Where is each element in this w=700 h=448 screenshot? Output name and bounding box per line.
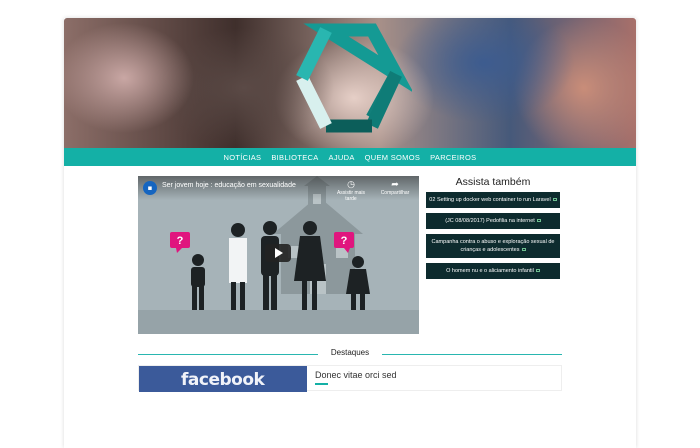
watch-later-label: Assistir mais tarde <box>336 190 366 202</box>
share-arrow-icon: ➦ <box>391 179 399 189</box>
svg-text:?: ? <box>341 235 348 247</box>
card-thumbnail-text: facebook <box>181 370 265 390</box>
highlight-card[interactable]: facebook Donec vitae orci sed <box>138 365 562 392</box>
nav-item-quem-somos[interactable]: QUEM SOMOS <box>365 153 421 162</box>
watch-item-label: 02 Setting up docker web container to ru… <box>429 197 551 203</box>
nav-item-ajuda[interactable]: AJUDA <box>329 153 355 162</box>
hexagon-logo-icon[interactable] <box>286 22 412 146</box>
card-title[interactable]: Donec vitae orci sed <box>315 370 397 380</box>
watch-item[interactable]: O homem nu e o aliciamento infantil <box>426 263 560 279</box>
sidebar-title: Assista também <box>455 176 531 188</box>
card-title-underline <box>315 383 328 385</box>
video-title[interactable]: Ser jovem hoje : educação em sexualidade <box>162 182 296 189</box>
page-container: NOTÍCIAS BIBLIOTECA AJUDA QUEM SOMOS PAR… <box>64 18 636 448</box>
share-button[interactable]: ➦ Compartilhar <box>375 179 415 196</box>
watch-item-label: (JC 08/08/2017) Pedofilia na internet <box>445 218 535 224</box>
svg-text:?: ? <box>177 235 184 247</box>
watch-later-button[interactable]: ◷ Assistir mais tarde <box>331 179 371 202</box>
highlights-title: Destaques <box>324 348 376 357</box>
clock-icon: ◷ <box>347 179 355 189</box>
nav-item-noticias[interactable]: NOTÍCIAS <box>224 153 262 162</box>
watch-item[interactable]: (JC 08/08/2017) Pedofilia na internet <box>426 213 560 229</box>
hero-banner <box>64 18 636 148</box>
share-label: Compartilhar <box>380 190 410 196</box>
external-link-icon <box>552 198 557 202</box>
external-link-icon <box>536 219 541 223</box>
watch-item[interactable]: 02 Setting up docker web container to ru… <box>426 192 560 208</box>
watch-item-label: Campanha contra o abuso e exploração sex… <box>431 239 555 253</box>
external-link-icon <box>535 269 540 273</box>
nav-item-parceiros[interactable]: PARCEIROS <box>430 153 476 162</box>
watch-item[interactable]: Campanha contra o abuso e exploração sex… <box>426 234 560 258</box>
highlights-section-header: Destaques <box>138 348 562 360</box>
channel-logo-icon[interactable]: ▪ <box>143 181 157 195</box>
highlights-title-wrap: Destaques <box>138 348 562 357</box>
main-navbar: NOTÍCIAS BIBLIOTECA AJUDA QUEM SOMOS PAR… <box>64 148 636 166</box>
watch-also-sidebar: Assista também 02 Setting up docker web … <box>426 176 560 284</box>
video-player[interactable]: ? ? ▪ Ser jovem hoje: educação em sexua… <box>138 176 419 334</box>
play-button-icon[interactable] <box>265 244 291 262</box>
card-thumbnail[interactable]: facebook <box>139 366 307 392</box>
external-link-icon <box>521 248 526 252</box>
watch-item-label: O homem nu e o aliciamento infantil <box>446 268 534 274</box>
nav-item-biblioteca[interactable]: BIBLIOTECA <box>271 153 318 162</box>
